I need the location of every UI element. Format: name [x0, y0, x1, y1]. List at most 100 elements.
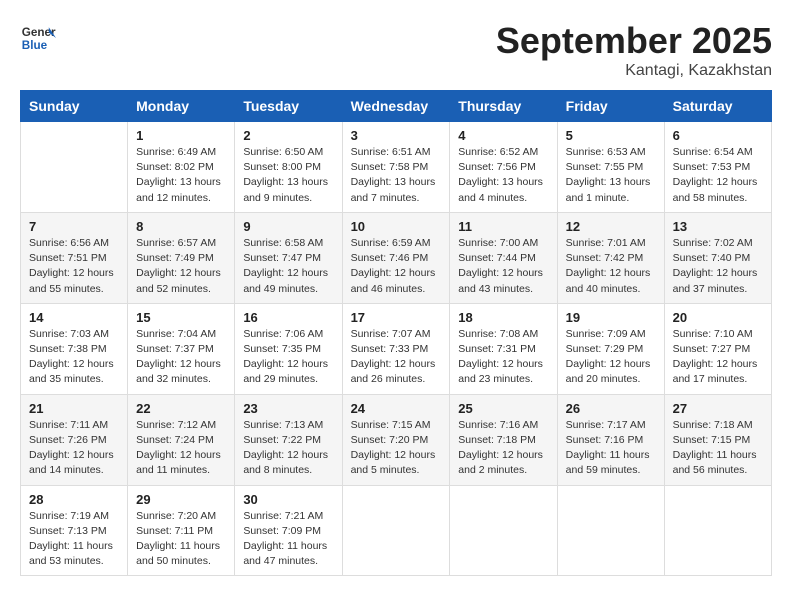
calendar-cell: 16 Sunrise: 7:06 AMSunset: 7:35 PMDayligh…	[235, 303, 342, 394]
day-number: 29	[136, 492, 226, 507]
day-info: Sunrise: 7:00 AMSunset: 7:44 PMDaylight:…	[458, 236, 548, 297]
day-number: 30	[243, 492, 333, 507]
calendar-cell: 30 Sunrise: 7:21 AMSunset: 7:09 PMDayligh…	[235, 485, 342, 576]
calendar-cell: 12 Sunrise: 7:01 AMSunset: 7:42 PMDayligh…	[557, 212, 664, 303]
calendar-cell: 13 Sunrise: 7:02 AMSunset: 7:40 PMDayligh…	[664, 212, 771, 303]
day-info: Sunrise: 6:50 AMSunset: 8:00 PMDaylight:…	[243, 145, 333, 206]
calendar-cell: 24 Sunrise: 7:15 AMSunset: 7:20 PMDayligh…	[342, 394, 450, 485]
calendar-cell: 1 Sunrise: 6:49 AMSunset: 8:02 PMDaylight…	[128, 122, 235, 213]
day-number: 1	[136, 128, 226, 143]
calendar-cell: 8 Sunrise: 6:57 AMSunset: 7:49 PMDaylight…	[128, 212, 235, 303]
calendar-cell: 7 Sunrise: 6:56 AMSunset: 7:51 PMDaylight…	[21, 212, 128, 303]
calendar-cell: 5 Sunrise: 6:53 AMSunset: 7:55 PMDaylight…	[557, 122, 664, 213]
calendar-cell: 28Sunrise: 7:19 AMSunset: 7:13 PMDayligh…	[21, 485, 128, 576]
calendar-cell: 27Sunrise: 7:18 AMSunset: 7:15 PMDayligh…	[664, 394, 771, 485]
title-block: September 2025 Kantagi, Kazakhstan	[496, 20, 772, 80]
calendar-cell: 3 Sunrise: 6:51 AMSunset: 7:58 PMDaylight…	[342, 122, 450, 213]
day-number: 2	[243, 128, 333, 143]
day-info: Sunrise: 7:08 AMSunset: 7:31 PMDaylight:…	[458, 327, 548, 388]
calendar-cell	[342, 485, 450, 576]
calendar-cell: 17 Sunrise: 7:07 AMSunset: 7:33 PMDayligh…	[342, 303, 450, 394]
calendar-cell: 18 Sunrise: 7:08 AMSunset: 7:31 PMDayligh…	[450, 303, 557, 394]
day-info: Sunrise: 7:20 AMSunset: 7:11 PMDaylight:…	[136, 509, 226, 570]
day-info: Sunrise: 7:01 AMSunset: 7:42 PMDaylight:…	[566, 236, 656, 297]
header-row: SundayMondayTuesdayWednesdayThursdayFrid…	[21, 91, 772, 122]
calendar-cell: 23 Sunrise: 7:13 AMSunset: 7:22 PMDayligh…	[235, 394, 342, 485]
day-info: Sunrise: 6:56 AMSunset: 7:51 PMDaylight:…	[29, 236, 119, 297]
calendar-cell	[664, 485, 771, 576]
column-header-wednesday: Wednesday	[342, 91, 450, 122]
calendar-cell: 10Sunrise: 6:59 AMSunset: 7:46 PMDayligh…	[342, 212, 450, 303]
svg-text:Blue: Blue	[22, 39, 48, 52]
day-info: Sunrise: 6:58 AMSunset: 7:47 PMDaylight:…	[243, 236, 333, 297]
day-number: 16	[243, 310, 333, 325]
column-header-monday: Monday	[128, 91, 235, 122]
calendar-cell	[557, 485, 664, 576]
day-info: Sunrise: 7:09 AMSunset: 7:29 PMDaylight:…	[566, 327, 656, 388]
day-number: 17	[351, 310, 442, 325]
calendar-cell: 20 Sunrise: 7:10 AMSunset: 7:27 PMDayligh…	[664, 303, 771, 394]
day-info: Sunrise: 6:53 AMSunset: 7:55 PMDaylight:…	[566, 145, 656, 206]
page-header: General Blue September 2025 Kantagi, Kaz…	[20, 20, 772, 80]
calendar-cell: 21Sunrise: 7:11 AMSunset: 7:26 PMDayligh…	[21, 394, 128, 485]
day-number: 13	[673, 219, 763, 234]
day-info: Sunrise: 7:12 AMSunset: 7:24 PMDaylight:…	[136, 418, 226, 479]
day-number: 24	[351, 401, 442, 416]
day-info: Sunrise: 7:02 AMSunset: 7:40 PMDaylight:…	[673, 236, 763, 297]
day-number: 25	[458, 401, 548, 416]
day-number: 28	[29, 492, 119, 507]
calendar-cell: 26 Sunrise: 7:17 AMSunset: 7:16 PMDayligh…	[557, 394, 664, 485]
day-info: Sunrise: 6:57 AMSunset: 7:49 PMDaylight:…	[136, 236, 226, 297]
day-info: Sunrise: 7:03 AMSunset: 7:38 PMDaylight:…	[29, 327, 119, 388]
calendar-table: SundayMondayTuesdayWednesdayThursdayFrid…	[20, 90, 772, 576]
day-number: 19	[566, 310, 656, 325]
day-number: 12	[566, 219, 656, 234]
column-header-friday: Friday	[557, 91, 664, 122]
day-number: 15	[136, 310, 226, 325]
day-info: Sunrise: 7:06 AMSunset: 7:35 PMDaylight:…	[243, 327, 333, 388]
day-info: Sunrise: 7:07 AMSunset: 7:33 PMDaylight:…	[351, 327, 442, 388]
day-info: Sunrise: 7:13 AMSunset: 7:22 PMDaylight:…	[243, 418, 333, 479]
day-number: 22	[136, 401, 226, 416]
day-number: 7	[29, 219, 119, 234]
day-info: Sunrise: 6:52 AMSunset: 7:56 PMDaylight:…	[458, 145, 548, 206]
calendar-cell	[21, 122, 128, 213]
day-info: Sunrise: 6:51 AMSunset: 7:58 PMDaylight:…	[351, 145, 442, 206]
day-number: 20	[673, 310, 763, 325]
column-header-sunday: Sunday	[21, 91, 128, 122]
day-number: 6	[673, 128, 763, 143]
day-number: 4	[458, 128, 548, 143]
calendar-cell: 22 Sunrise: 7:12 AMSunset: 7:24 PMDayligh…	[128, 394, 235, 485]
day-number: 14	[29, 310, 119, 325]
column-header-tuesday: Tuesday	[235, 91, 342, 122]
calendar-cell	[450, 485, 557, 576]
day-info: Sunrise: 6:49 AMSunset: 8:02 PMDaylight:…	[136, 145, 226, 206]
day-number: 11	[458, 219, 548, 234]
month-title: September 2025	[496, 20, 772, 62]
logo: General Blue	[20, 20, 56, 56]
calendar-cell: 4 Sunrise: 6:52 AMSunset: 7:56 PMDaylight…	[450, 122, 557, 213]
calendar-cell: 6 Sunrise: 6:54 AMSunset: 7:53 PMDaylight…	[664, 122, 771, 213]
day-info: Sunrise: 7:15 AMSunset: 7:20 PMDaylight:…	[351, 418, 442, 479]
calendar-cell: 14 Sunrise: 7:03 AMSunset: 7:38 PMDayligh…	[21, 303, 128, 394]
week-row-3: 14 Sunrise: 7:03 AMSunset: 7:38 PMDayligh…	[21, 303, 772, 394]
day-info: Sunrise: 6:59 AMSunset: 7:46 PMDaylight:…	[351, 236, 442, 297]
day-number: 5	[566, 128, 656, 143]
calendar-cell: 2 Sunrise: 6:50 AMSunset: 8:00 PMDaylight…	[235, 122, 342, 213]
week-row-2: 7 Sunrise: 6:56 AMSunset: 7:51 PMDaylight…	[21, 212, 772, 303]
calendar-cell: 15Sunrise: 7:04 AMSunset: 7:37 PMDayligh…	[128, 303, 235, 394]
day-number: 8	[136, 219, 226, 234]
day-info: Sunrise: 7:21 AMSunset: 7:09 PMDaylight:…	[243, 509, 333, 570]
day-number: 26	[566, 401, 656, 416]
day-info: Sunrise: 7:17 AMSunset: 7:16 PMDaylight:…	[566, 418, 656, 479]
calendar-cell: 9Sunrise: 6:58 AMSunset: 7:47 PMDaylight…	[235, 212, 342, 303]
day-info: Sunrise: 7:10 AMSunset: 7:27 PMDaylight:…	[673, 327, 763, 388]
location-subtitle: Kantagi, Kazakhstan	[496, 62, 772, 80]
calendar-cell: 29 Sunrise: 7:20 AMSunset: 7:11 PMDayligh…	[128, 485, 235, 576]
day-number: 3	[351, 128, 442, 143]
day-info: Sunrise: 6:54 AMSunset: 7:53 PMDaylight:…	[673, 145, 763, 206]
day-info: Sunrise: 7:18 AMSunset: 7:15 PMDaylight:…	[673, 418, 763, 479]
week-row-5: 28Sunrise: 7:19 AMSunset: 7:13 PMDayligh…	[21, 485, 772, 576]
day-number: 23	[243, 401, 333, 416]
day-number: 18	[458, 310, 548, 325]
